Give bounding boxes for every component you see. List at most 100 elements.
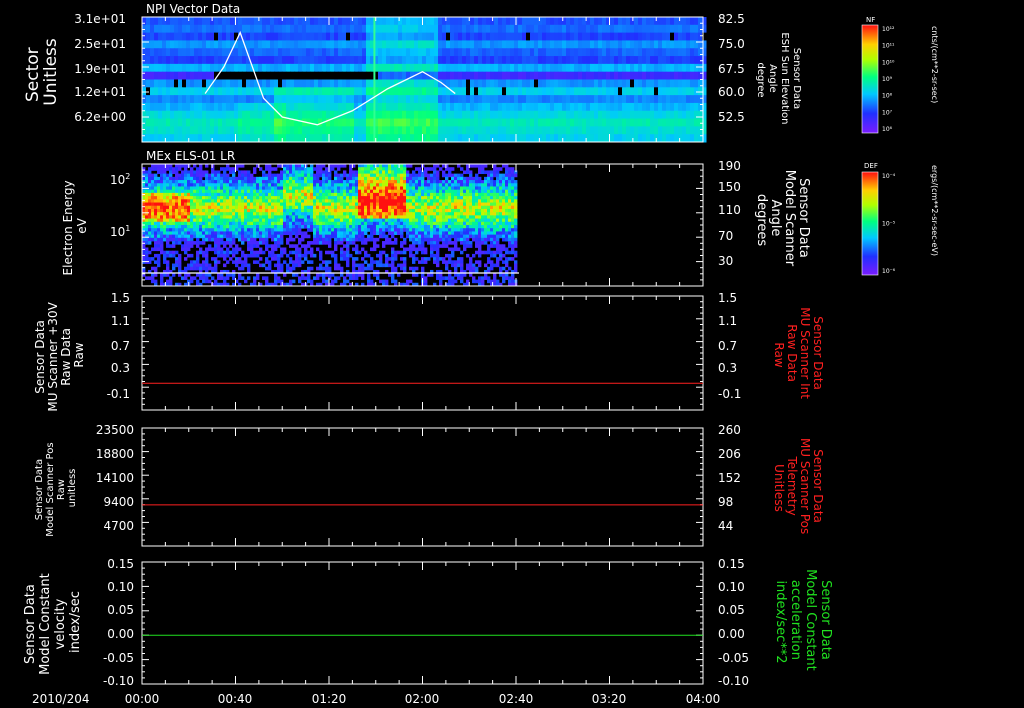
heatmap-cell [400, 212, 404, 216]
heatmap-cell [142, 225, 146, 229]
heatmap-cell [690, 118, 695, 127]
heatmap-cell [244, 212, 248, 216]
heatmap-cell [678, 63, 683, 73]
heatmap-cell [376, 205, 380, 210]
heatmap-cell [658, 95, 663, 104]
heatmap-cell [646, 63, 651, 73]
heatmap-cell [238, 196, 242, 200]
heatmap-cell [193, 189, 197, 194]
heatmap-cell [478, 221, 482, 226]
heatmap-cell [658, 110, 663, 120]
heatmap-cell [666, 134, 671, 143]
heatmap-cell [202, 199, 206, 203]
heatmap-cell [151, 212, 155, 216]
heatmap-cell [379, 202, 383, 207]
heatmap-cell [217, 183, 221, 187]
heatmap-cell [196, 192, 200, 197]
heatmap-cell [202, 173, 206, 178]
heatmap-cell [690, 87, 695, 96]
heatmap-cell [235, 183, 239, 187]
heatmap-cell [385, 176, 389, 181]
heatmap-cell [454, 79, 459, 88]
heatmap-cell [313, 221, 317, 226]
heatmap-cell [502, 221, 506, 226]
heatmap-cell [376, 218, 380, 223]
heatmap-cell [271, 180, 275, 184]
heatmap-cell [422, 87, 427, 96]
heatmap-cell [518, 79, 523, 88]
heatmap-cell [674, 118, 679, 127]
heatmap-cell [376, 231, 380, 236]
heatmap-cell [418, 202, 422, 207]
heatmap-cell [474, 87, 479, 96]
heatmap-cell [499, 218, 503, 223]
heatmap-cell [254, 118, 259, 127]
heatmap-cell [194, 118, 199, 127]
heatmap-cell [458, 79, 463, 88]
heatmap-cell [206, 32, 211, 41]
heatmap-cell [442, 202, 446, 207]
heatmap-cell [422, 126, 427, 135]
heatmap-cell [427, 225, 431, 229]
npi-yticks: 3.1e+01 2.5e+01 1.9e+01 1.2e+01 6.2e+00 [74, 12, 126, 124]
heatmap-cell [458, 118, 463, 127]
heatmap-cell [499, 196, 503, 200]
heatmap-cell [499, 176, 503, 181]
heatmap-cell [220, 192, 224, 197]
heatmap-cell [268, 218, 272, 223]
heatmap-cell [190, 231, 194, 236]
heatmap-cell [226, 228, 230, 232]
heatmap-cell [638, 17, 643, 26]
heatmap-cell [482, 95, 487, 104]
heatmap-cell [218, 126, 223, 135]
heatmap-cell [274, 87, 279, 96]
heatmap-cell [270, 71, 275, 80]
heatmap-cell [674, 40, 679, 49]
heatmap-cell [598, 32, 603, 41]
heatmap-cell [289, 189, 293, 194]
heatmap-cell [514, 95, 519, 104]
heatmap-cell [378, 63, 383, 73]
heatmap-cell [270, 32, 275, 41]
heatmap-cell [346, 63, 351, 73]
heatmap-cell [406, 202, 410, 207]
heatmap-cell [223, 218, 227, 223]
heatmap-cell [154, 48, 159, 57]
heatmap-cell [388, 189, 392, 194]
npi-y2label-line-4: degree [755, 62, 766, 97]
heatmap-cell [658, 71, 663, 80]
heatmap-cell [326, 126, 331, 135]
npi-ytick: 3.1e+01 [74, 12, 126, 26]
heatmap-cell [499, 173, 503, 178]
heatmap-cell [148, 180, 152, 184]
heatmap-cell [514, 56, 519, 65]
heatmap-cell [318, 71, 323, 80]
heatmap-cell [154, 32, 159, 41]
heatmap-cell [282, 71, 287, 80]
heatmap-cell [235, 221, 239, 226]
heatmap-cell [229, 231, 233, 236]
heatmap-cell [358, 225, 362, 229]
heatmap-cell [292, 164, 296, 168]
heatmap-cell [214, 183, 218, 187]
heatmap-cell [364, 221, 368, 226]
heatmap-cell [205, 164, 209, 168]
heatmap-cell [682, 48, 687, 57]
heatmap-cell [433, 173, 437, 178]
heatmap-cell [355, 186, 359, 191]
heatmap-cell [376, 186, 380, 191]
heatmap-cell [314, 126, 319, 135]
heatmap-cell [472, 231, 476, 236]
heatmap-cell [259, 180, 263, 184]
heatmap-cell [534, 63, 539, 73]
heatmap-cell [490, 196, 494, 200]
heatmap-cell [253, 170, 257, 175]
heatmap-cell [682, 56, 687, 65]
heatmap-cell [550, 40, 555, 49]
heatmap-cell [361, 231, 365, 236]
heatmap-cell [406, 56, 411, 65]
heatmap-cell [361, 225, 365, 229]
heatmap-cell [208, 212, 212, 216]
heatmap-cell [562, 63, 567, 73]
heatmap-cell [558, 118, 563, 127]
